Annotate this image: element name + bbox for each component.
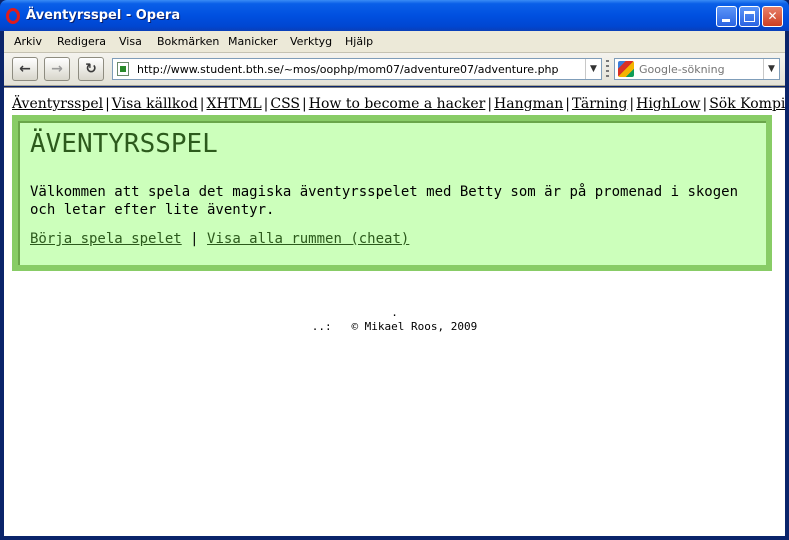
nav-separator: | bbox=[487, 96, 493, 112]
menu-redigera[interactable]: Redigera bbox=[57, 35, 106, 48]
nav-separator: | bbox=[199, 96, 205, 112]
opera-logo-icon bbox=[6, 8, 20, 24]
browser-window: Äventyrsspel - Opera ✕ Arkiv Redigera Vi… bbox=[0, 0, 789, 540]
footer-dot: . bbox=[391, 306, 398, 319]
nav-link-xhtml[interactable]: XHTML bbox=[207, 96, 262, 112]
search-input[interactable] bbox=[639, 61, 763, 77]
close-button[interactable]: ✕ bbox=[762, 6, 783, 27]
reload-icon: ↻ bbox=[85, 61, 97, 77]
minimize-icon bbox=[722, 19, 730, 22]
toolbar-grip-handle[interactable] bbox=[606, 60, 609, 78]
nav-link-tarning[interactable]: Tärning bbox=[572, 96, 627, 112]
nav-link-aventyrsspel[interactable]: Äventyrsspel bbox=[12, 96, 103, 112]
forward-arrow-icon: → bbox=[51, 61, 63, 77]
back-button[interactable]: ← bbox=[12, 57, 38, 81]
menu-bokmarken[interactable]: Bokmärken bbox=[157, 35, 219, 48]
title-bar[interactable]: Äventyrsspel - Opera ✕ bbox=[0, 0, 789, 31]
menu-visa[interactable]: Visa bbox=[119, 35, 142, 48]
page-icon bbox=[117, 62, 129, 76]
cheat-link[interactable]: Visa alla rummen (cheat) bbox=[207, 231, 409, 247]
link-separator: | bbox=[190, 231, 199, 247]
reload-button[interactable]: ↻ bbox=[78, 57, 104, 81]
nav-link-highlow[interactable]: HighLow bbox=[636, 96, 700, 112]
search-box[interactable]: ▼ bbox=[614, 58, 780, 80]
nav-separator: | bbox=[565, 96, 570, 112]
menu-arkiv[interactable]: Arkiv bbox=[14, 35, 42, 48]
address-bar[interactable]: http://www.student.bth.se/~mos/oophp/mom… bbox=[112, 58, 602, 80]
menu-verktyg[interactable]: Verktyg bbox=[290, 35, 332, 48]
site-navigation: Äventyrsspel | Visa källkod | XHTML | CSS | How … bbox=[12, 96, 785, 112]
close-icon: ✕ bbox=[767, 9, 778, 23]
adventure-panel: ÄVENTYRSSPEL Välkommen att spela det mag… bbox=[12, 115, 772, 271]
search-dropdown-button[interactable]: ▼ bbox=[763, 59, 779, 79]
back-arrow-icon: ← bbox=[19, 61, 31, 77]
google-icon[interactable] bbox=[618, 61, 634, 77]
window-title: Äventyrsspel - Opera bbox=[26, 8, 181, 23]
page-content: Äventyrsspel | Visa källkod | XHTML | CSS | How … bbox=[4, 87, 785, 536]
footer: . ..: © Mikael Roos, 2009 bbox=[4, 306, 785, 334]
chevron-down-icon: ▼ bbox=[768, 64, 775, 74]
address-dropdown-button[interactable]: ▼ bbox=[585, 59, 601, 79]
intro-text: Välkommen att spela det magiska äventyrs… bbox=[30, 184, 739, 218]
maximize-icon bbox=[744, 11, 755, 22]
nav-link-visa-kallkod[interactable]: Visa källkod bbox=[112, 96, 198, 112]
nav-separator: | bbox=[702, 96, 708, 112]
game-links: Börja spela spelet | Visa alla rummen (c… bbox=[30, 231, 409, 247]
nav-link-sok-kompis[interactable]: Sök Kompis bbox=[709, 96, 785, 112]
nav-separator: | bbox=[629, 96, 635, 112]
minimize-button[interactable] bbox=[716, 6, 737, 27]
chevron-down-icon: ▼ bbox=[590, 64, 597, 74]
menu-manicker[interactable]: Manicker bbox=[228, 35, 278, 48]
page-title: ÄVENTYRSSPEL bbox=[30, 129, 218, 159]
menu-hjalp[interactable]: Hjälp bbox=[345, 35, 373, 48]
copyright-text: ..: © Mikael Roos, 2009 bbox=[311, 320, 478, 333]
nav-link-css[interactable]: CSS bbox=[270, 96, 300, 112]
url-text[interactable]: http://www.student.bth.se/~mos/oophp/mom… bbox=[137, 63, 559, 76]
navigation-toolbar: ← → ↻ http://www.student.bth.se/~mos/oop… bbox=[4, 53, 785, 86]
maximize-button[interactable] bbox=[739, 6, 760, 27]
nav-separator: | bbox=[302, 96, 307, 112]
nav-separator: | bbox=[105, 96, 110, 112]
start-game-link[interactable]: Börja spela spelet bbox=[30, 231, 182, 247]
nav-link-hangman[interactable]: Hangman bbox=[494, 96, 563, 112]
menu-bar: Arkiv Redigera Visa Bokmärken Manicker V… bbox=[4, 31, 785, 53]
nav-link-hacker[interactable]: How to become a hacker bbox=[309, 96, 486, 112]
forward-button[interactable]: → bbox=[44, 57, 70, 81]
